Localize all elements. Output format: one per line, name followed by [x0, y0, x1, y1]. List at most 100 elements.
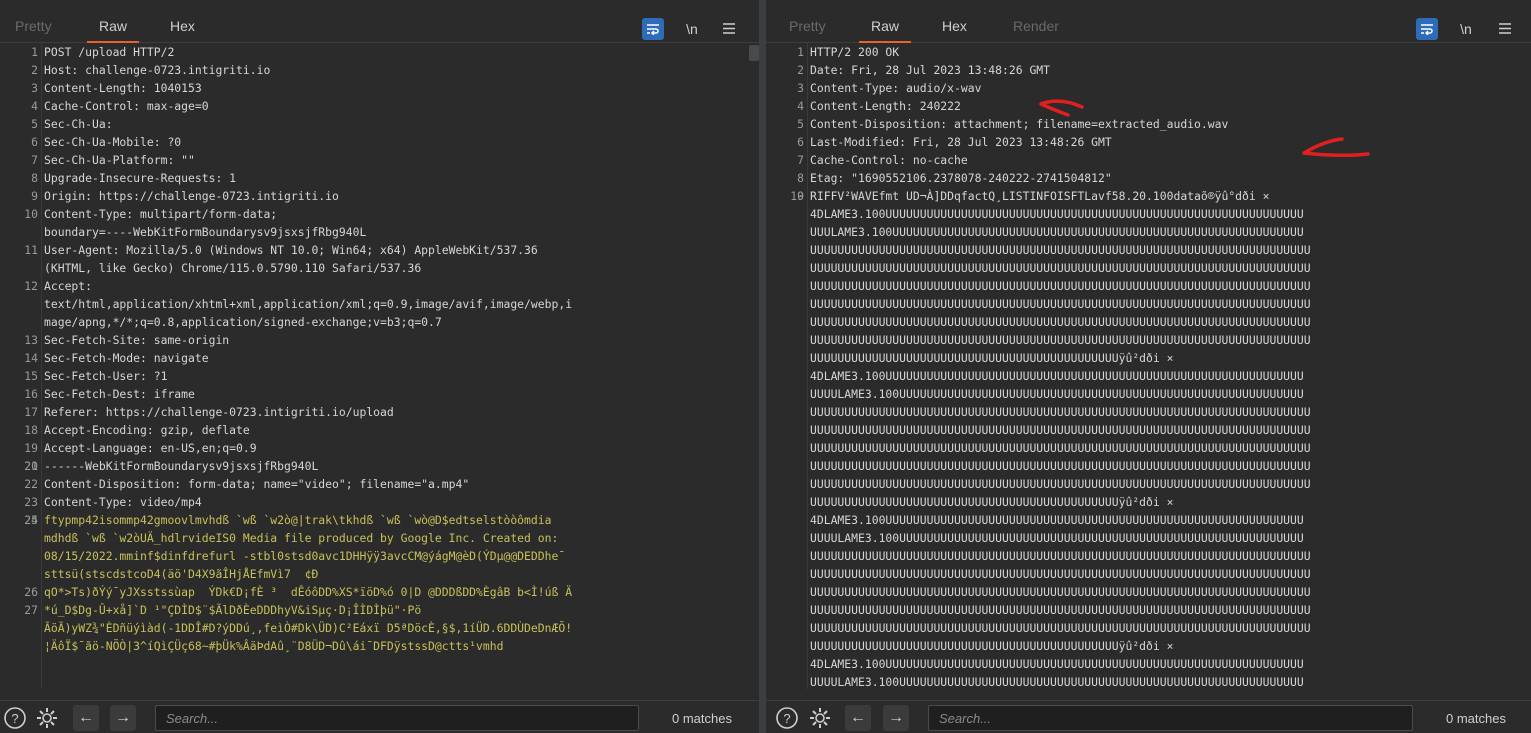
newline-toggle-button[interactable]: \n: [1456, 18, 1476, 40]
code-line: UUUUUUUUUUUUUUUUUUUUUUUUUUUUUUUUUUUUUUUU…: [766, 241, 1531, 259]
code-line: UUUUUUUUUUUUUUUUUUUUUUUUUUUUUUUUUUUUUUUU…: [766, 493, 1531, 511]
line-number: 2: [31, 63, 38, 77]
help-icon[interactable]: ?: [775, 706, 799, 730]
code-line: UUUUUUUUUUUUUUUUUUUUUUUUUUUUUUUUUUUUUUUU…: [766, 331, 1531, 349]
menu-icon[interactable]: [721, 18, 737, 40]
arrow-right-icon: →: [888, 709, 904, 726]
request-pane: Pretty Raw Hex \n 1 POST /upload HTTP/2 2 H…: [0, 0, 759, 733]
tab-hex[interactable]: Hex: [170, 6, 195, 42]
request-editor[interactable]: 1 POST /upload HTTP/2 2 Host: challenge-072…: [0, 43, 745, 689]
wrap-lines-icon[interactable]: [642, 18, 664, 40]
line-number: 10: [24, 207, 38, 221]
settings-gear-icon[interactable]: [35, 706, 59, 730]
next-match-button[interactable]: →: [110, 705, 136, 731]
line-text: ------WebKitFormBoundarysv9jsxsjfRbg940L: [44, 459, 319, 473]
pane-divider[interactable]: [759, 0, 766, 733]
line-number: 17: [24, 405, 38, 419]
tab-raw[interactable]: Raw: [86, 6, 140, 43]
line-text: RIFFV²WAVEfmt UD¬À]DDqfactQ¸LISTINFOISFT…: [810, 189, 1270, 203]
line-text: Content-Disposition: form-data; name="vi…: [44, 477, 470, 491]
line-text: UUUUUUUUUUUUUUUUUUUUUUUUUUUUUUUUUUUUUUUU…: [810, 297, 1311, 311]
code-line: UUUUUUUUUUUUUUUUUUUUUUUUUUUUUUUUUUUUUUUU…: [766, 349, 1531, 367]
response-lines: 1 HTTP/2 200 OK 2 Date: Fri, 28 Jul 2023 13…: [766, 43, 1531, 689]
previous-match-button[interactable]: ←: [73, 705, 99, 731]
code-line: 1 POST /upload HTTP/2: [0, 43, 745, 61]
response-editor[interactable]: 1 HTTP/2 200 OK 2 Date: Fri, 28 Jul 2023 13…: [766, 43, 1531, 689]
tab-render[interactable]: Render: [1013, 6, 1059, 42]
line-text: ftypmp42isommp42gmoovlmvhdß `wß `w2ò@|tr…: [44, 513, 552, 527]
line-text: UUUUUUUUUUUUUUUUUUUUUUUUUUUUUUUUUUUUUUUU…: [810, 423, 1311, 437]
line-number: 18: [24, 423, 38, 437]
next-match-button[interactable]: →: [883, 705, 909, 731]
code-line: 3 Content-Type: audio/x-wav: [766, 79, 1531, 97]
code-line: 14 Sec-Fetch-Mode: navigate: [0, 349, 745, 367]
tab-pretty[interactable]: Pretty: [789, 6, 826, 42]
settings-gear-icon[interactable]: [808, 706, 832, 730]
code-line: 9 Origin: https://challenge-0723.intigrit…: [0, 187, 745, 205]
code-line: 4DLAME3.100UUUUUUUUUUUUUUUUUUUUUUUUUUUUU…: [766, 205, 1531, 223]
code-line: mage/apng,*/*;q=0.8,application/signed-e…: [0, 313, 745, 331]
line-text: UUUUUUUUUUUUUUUUUUUUUUUUUUUUUUUUUUUUUUUU…: [810, 495, 1174, 509]
code-line: 22 Content-Disposition: form-data; name="…: [0, 475, 745, 493]
response-search-input[interactable]: [928, 705, 1413, 731]
match-count: 0 matches: [672, 711, 732, 726]
tab-raw[interactable]: Raw: [858, 6, 912, 43]
line-text: Sec-Ch-Ua:: [44, 117, 113, 131]
code-line: 4 Content-Length: 240222: [766, 97, 1531, 115]
line-text: Content-Type: audio/x-wav: [810, 81, 982, 95]
code-line: UUUUUUUUUUUUUUUUUUUUUUUUUUUUUUUUUUUUUUUU…: [766, 457, 1531, 475]
line-text: *ú_D$Dg-Û+xå]`D ¹"ÇDÌD$¨$ÃlDðÈeDDDhyV&iS…: [44, 603, 422, 617]
line-text: Sec-Fetch-Site: same-origin: [44, 333, 230, 347]
line-number: 23: [24, 495, 38, 509]
code-line: UUULAME3.100UUUUUUUUUUUUUUUUUUUUUUUUUUUU…: [766, 223, 1531, 241]
line-text: Content-Type: video/mp4: [44, 495, 202, 509]
code-line: UUUUUUUUUUUUUUUUUUUUUUUUUUUUUUUUUUUUUUUU…: [766, 403, 1531, 421]
line-number: 19: [24, 441, 38, 455]
code-line: text/html,application/xhtml+xml,applicat…: [0, 295, 745, 313]
newline-toggle-button[interactable]: \n: [682, 18, 702, 40]
line-number: 5: [797, 117, 804, 131]
arrow-left-icon: ←: [78, 709, 94, 726]
code-line: UUUUUUUUUUUUUUUUUUUUUUUUUUUUUUUUUUUUUUUU…: [766, 565, 1531, 583]
tab-hex[interactable]: Hex: [942, 6, 967, 42]
code-line: UUUUUUUUUUUUUUUUUUUUUUUUUUUUUUUUUUUUUUUU…: [766, 547, 1531, 565]
code-line: 26 qO*>Ts)ðÝý¯yJXsstssùap ÝDk€D¡fÈ ³ dÊóô…: [0, 583, 745, 601]
tab-pretty[interactable]: Pretty: [15, 6, 52, 42]
request-search-input[interactable]: [155, 705, 639, 731]
wrap-lines-icon[interactable]: [1416, 18, 1438, 40]
scrollbar-thumb[interactable]: [749, 45, 759, 61]
code-line: UUUUUUUUUUUUUUUUUUUUUUUUUUUUUUUUUUUUUUUU…: [766, 277, 1531, 295]
line-number: 10: [790, 189, 804, 203]
line-text: sttsü(stscdstcoD4(äö'D4X9ãÎHjÅEfmVì7 ¢Ð: [44, 567, 319, 581]
code-line: UUUULAME3.100UUUUUUUUUUUUUUUUUUUUUUUUUUU…: [766, 673, 1531, 689]
menu-icon[interactable]: [1497, 18, 1513, 40]
code-line: 4 Cache-Control: max-age=0: [0, 97, 745, 115]
arrow-left-icon: ←: [850, 709, 866, 726]
line-text: POST /upload HTTP/2: [44, 45, 175, 59]
request-search-bar: ? ← → 0 matches: [0, 700, 759, 733]
line-text: Content-Length: 240222: [810, 99, 961, 113]
arrow-right-icon: →: [115, 709, 131, 726]
line-text: UUUUUUUUUUUUUUUUUUUUUUUUUUUUUUUUUUUUUUUU…: [810, 243, 1311, 257]
code-line: 7 Sec-Ch-Ua-Platform: "": [0, 151, 745, 169]
code-line: 25 ftypmp42isommp42gmoovlmvhdß `wß `w2ò@|…: [0, 511, 745, 529]
line-text: Sec-Fetch-User: ?1: [44, 369, 168, 383]
line-text: 4DLAME3.100UUUUUUUUUUUUUUUUUUUUUUUUUUUUU…: [810, 369, 1304, 383]
code-line: 18 Accept-Encoding: gzip, deflate: [0, 421, 745, 439]
line-text: qO*>Ts)ðÝý¯yJXsstssùap ÝDk€D¡fÈ ³ dÊóôDD…: [44, 585, 573, 599]
line-number: 1: [797, 45, 804, 59]
request-scrollbar[interactable]: [747, 43, 759, 689]
code-line: ÃöÃ)yWZ¾"ÈDñüýìàd(-1DDÎ#D?ýDDú¸,feìÒ#Dk\…: [0, 619, 745, 637]
line-text: User-Agent: Mozilla/5.0 (Windows NT 10.0…: [44, 243, 538, 257]
line-text: Host: challenge-0723.intigriti.io: [44, 63, 271, 77]
line-number: 15: [24, 369, 38, 383]
previous-match-button[interactable]: ←: [845, 705, 871, 731]
line-text: Sec-Ch-Ua-Mobile: ?0: [44, 135, 182, 149]
line-text: Date: Fri, 28 Jul 2023 13:48:26 GMT: [810, 63, 1051, 77]
code-line: UUUUUUUUUUUUUUUUUUUUUUUUUUUUUUUUUUUUUUUU…: [766, 313, 1531, 331]
code-line: 17 Referer: https://challenge-0723.intigr…: [0, 403, 745, 421]
line-text: UUUUUUUUUUUUUUUUUUUUUUUUUUUUUUUUUUUUUUUU…: [810, 459, 1311, 473]
line-text: 4DLAME3.100UUUUUUUUUUUUUUUUUUUUUUUUUUUUU…: [810, 207, 1304, 221]
line-text: UUULAME3.100UUUUUUUUUUUUUUUUUUUUUUUUUUUU…: [810, 225, 1304, 239]
help-icon[interactable]: ?: [3, 706, 27, 730]
